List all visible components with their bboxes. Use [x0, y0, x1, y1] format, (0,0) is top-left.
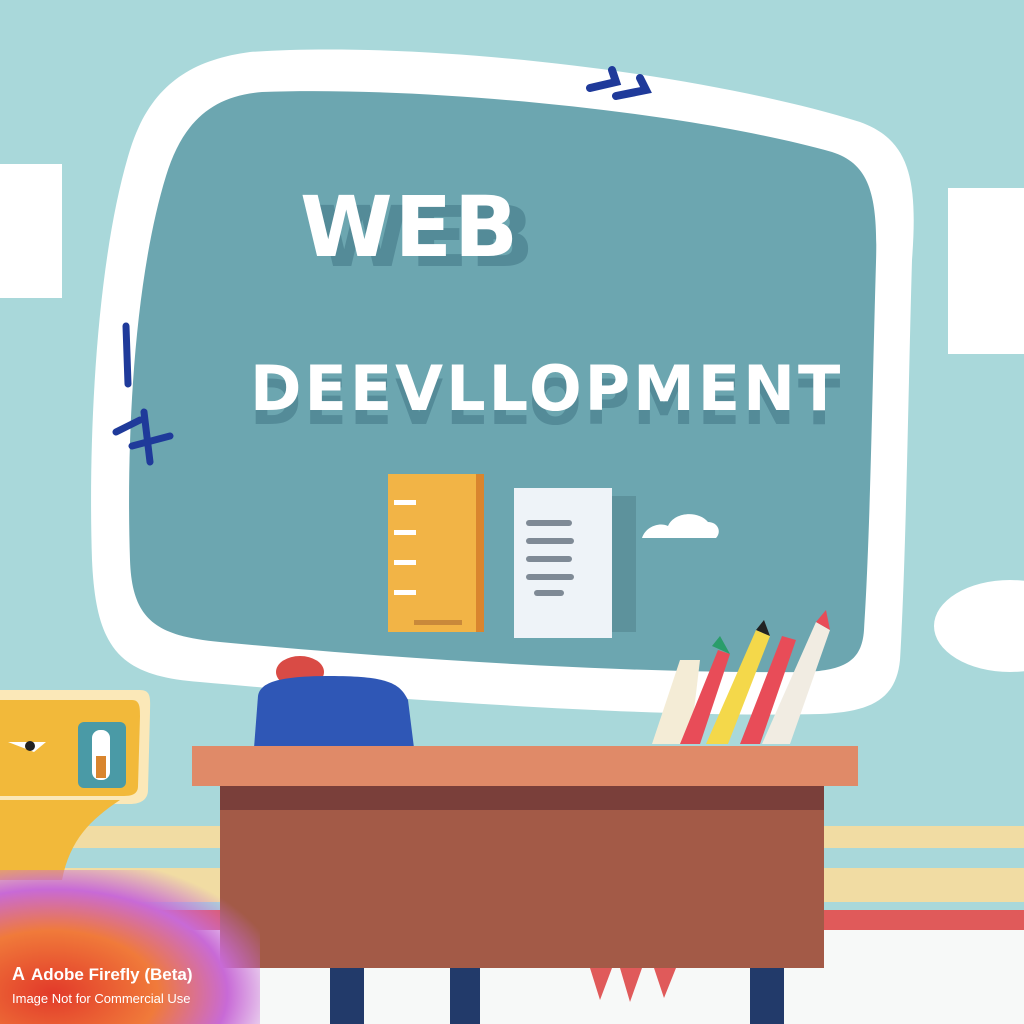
wall-panel-right [948, 188, 1024, 354]
poster-title-line2: DEEVLLOPMENT [250, 352, 844, 425]
document-icon [514, 488, 636, 638]
firefly-watermark: A Adobe Firefly (Beta) Image Not for Com… [12, 964, 193, 1006]
book-icon [388, 474, 484, 632]
watermark-line1: Adobe Firefly (Beta) [31, 964, 193, 984]
wall-panel-left [0, 164, 62, 298]
watermark-line2: Image Not for Commercial Use [12, 991, 191, 1006]
poster-title-line1: WEB [300, 178, 521, 276]
illustration-scene [0, 0, 1024, 1024]
adobe-logo-icon: A [12, 964, 25, 984]
clip-icon-left-1 [122, 322, 132, 388]
